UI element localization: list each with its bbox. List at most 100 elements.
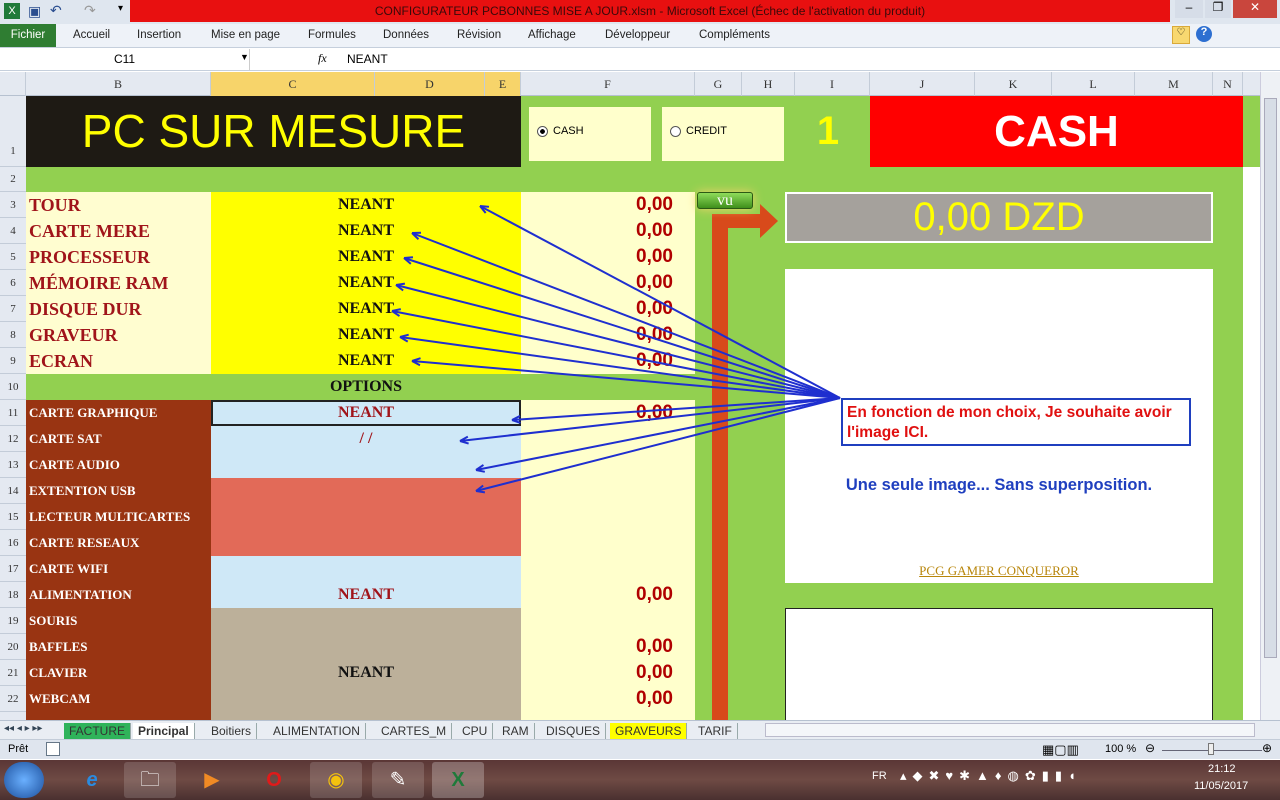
tab-insertion[interactable]: Insertion — [137, 29, 181, 41]
sheet-tab-cartes_m[interactable]: CARTES_M — [376, 723, 453, 739]
excel-taskbar-icon[interactable]: X — [432, 762, 484, 798]
credit-radio[interactable] — [670, 126, 681, 137]
file-explorer-icon[interactable]: 🗀 — [124, 762, 176, 798]
zoom-in-icon[interactable]: ⊕ — [1262, 741, 1272, 755]
row-header-14[interactable]: 14 — [0, 478, 26, 504]
minimize-button[interactable]: – — [1175, 0, 1203, 18]
view-buttons[interactable]: ▦▢▥ — [1042, 742, 1079, 758]
column-header-H[interactable]: H — [742, 72, 795, 96]
row-header-16[interactable]: 16 — [0, 530, 26, 556]
fx-icon[interactable]: fx — [318, 51, 327, 66]
row-header-6[interactable]: 6 — [0, 270, 26, 296]
row-header-9[interactable]: 9 — [0, 348, 26, 374]
column-header-C[interactable]: C — [211, 72, 375, 96]
cash-radio[interactable] — [537, 126, 548, 137]
option-select[interactable] — [211, 556, 521, 582]
row-header-3[interactable]: 3 — [0, 192, 26, 218]
sheet-tab-ram[interactable]: RAM — [497, 723, 535, 739]
macro-record-icon[interactable] — [46, 742, 60, 756]
scroll-thumb[interactable] — [1264, 98, 1277, 658]
option-select[interactable] — [211, 634, 521, 660]
row-header-23[interactable]: 23 — [0, 712, 26, 720]
sheet-tab-graveurs[interactable]: GRAVEURS — [610, 723, 688, 739]
row-header-19[interactable]: 19 — [0, 608, 26, 634]
sheet-tab-disques[interactable]: DISQUES — [541, 723, 607, 739]
component-select[interactable]: NEANT — [211, 322, 521, 348]
credit-option-label[interactable]: CREDIT — [686, 125, 727, 137]
worksheet-grid[interactable]: 123456789101112131415161718192021222324P… — [0, 96, 1260, 720]
chrome-icon[interactable]: ◉ — [310, 762, 362, 798]
product-link[interactable]: PCG GAMER CONQUEROR — [785, 563, 1213, 579]
component-select[interactable]: NEANT — [211, 296, 521, 322]
zoom-slider-thumb[interactable] — [1208, 743, 1214, 755]
redo-icon[interactable]: ↷ — [84, 2, 96, 19]
column-header-I[interactable]: I — [795, 72, 870, 96]
close-button[interactable]: ✕ — [1233, 0, 1277, 18]
clock-time[interactable]: 21:12 — [1208, 763, 1236, 775]
horizontal-scrollbar[interactable] — [765, 723, 1255, 737]
sheet-tab-boitiers[interactable]: Boitiers — [206, 723, 258, 739]
row-header-17[interactable]: 17 — [0, 556, 26, 582]
row-header-15[interactable]: 15 — [0, 504, 26, 530]
option-select[interactable]: NEANT — [211, 660, 521, 686]
column-header-N[interactable]: N — [1213, 72, 1243, 96]
row-header-4[interactable]: 4 — [0, 218, 26, 244]
name-box-dropdown-icon[interactable]: ▼ — [240, 52, 249, 62]
zoom-out-icon[interactable]: ⊖ — [1145, 741, 1155, 755]
quick-access-dropdown-icon[interactable]: ▾ — [118, 3, 123, 14]
option-select[interactable] — [211, 452, 521, 478]
row-header-12[interactable]: 12 — [0, 426, 26, 452]
vertical-scrollbar[interactable] — [1260, 72, 1280, 720]
option-select[interactable] — [211, 686, 521, 712]
system-tray-icons[interactable]: ▴◆✖♥✱▲♦◍✿▮▮◖ — [900, 768, 1082, 784]
cash-option-label[interactable]: CASH — [553, 125, 584, 137]
name-box[interactable]: C11 — [0, 49, 250, 70]
column-header-D[interactable]: D — [375, 72, 485, 96]
restore-button[interactable]: ❐ — [1205, 0, 1231, 18]
column-header-E[interactable]: E — [485, 72, 521, 96]
column-header-G[interactable]: G — [695, 72, 742, 96]
option-select[interactable] — [211, 530, 521, 556]
option-select[interactable]: / / — [211, 426, 521, 452]
sheet-tab-facture[interactable]: FACTURE — [64, 723, 132, 739]
row-header-7[interactable]: 7 — [0, 296, 26, 322]
option-select[interactable] — [211, 608, 521, 634]
sheet-tab-principal[interactable]: Principal — [133, 723, 195, 739]
column-header-L[interactable]: L — [1052, 72, 1135, 96]
clock-date[interactable]: 11/05/2017 — [1194, 780, 1248, 792]
save-icon[interactable]: ▣ — [28, 3, 41, 20]
ribbon-collapse-icon[interactable]: ♡ — [1172, 26, 1190, 44]
component-select[interactable]: NEANT — [211, 192, 521, 218]
undo-icon[interactable]: ↶ — [50, 2, 62, 19]
row-header-2[interactable]: 2 — [0, 167, 26, 192]
column-header-J[interactable]: J — [870, 72, 975, 96]
opera-icon[interactable]: O — [248, 762, 300, 798]
row-header-10[interactable]: 10 — [0, 374, 26, 400]
tab-accueil[interactable]: Accueil — [73, 29, 110, 41]
option-select[interactable] — [211, 504, 521, 530]
column-header-B[interactable]: B — [26, 72, 211, 96]
row-header-22[interactable]: 22 — [0, 686, 26, 712]
tab-données[interactable]: Données — [383, 29, 429, 41]
row-header-1[interactable]: 1 — [0, 96, 26, 167]
zoom-level[interactable]: 100 % — [1105, 743, 1136, 755]
sheet-nav-icons[interactable]: ◂◂ ◂ ▸ ▸▸ — [4, 723, 42, 734]
sheet-tab-cpu[interactable]: CPU — [457, 723, 494, 739]
row-header-21[interactable]: 21 — [0, 660, 26, 686]
tab-formules[interactable]: Formules — [308, 29, 356, 41]
row-header-20[interactable]: 20 — [0, 634, 26, 660]
option-select[interactable] — [211, 478, 521, 504]
paint-icon[interactable]: ✎ — [372, 762, 424, 798]
component-select[interactable]: NEANT — [211, 218, 521, 244]
component-select[interactable]: NEANT — [211, 244, 521, 270]
tab-compléments[interactable]: Compléments — [699, 29, 770, 41]
language-indicator[interactable]: FR — [872, 770, 887, 782]
formula-input[interactable]: NEANT — [347, 52, 388, 66]
row-header-5[interactable]: 5 — [0, 244, 26, 270]
column-header-F[interactable]: F — [521, 72, 695, 96]
row-header-11[interactable]: 11 — [0, 400, 26, 426]
component-select[interactable]: NEANT — [211, 348, 521, 374]
vu-button[interactable]: vu — [697, 192, 753, 209]
sheet-tab-tarif[interactable]: TARIF — [693, 723, 738, 739]
column-header-M[interactable]: M — [1135, 72, 1213, 96]
